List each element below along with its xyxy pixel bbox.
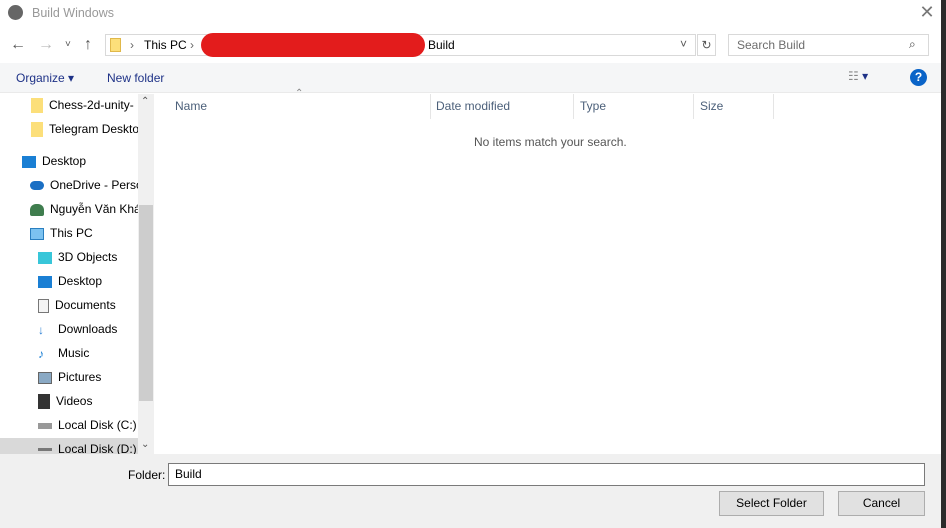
music-icon: ♪ xyxy=(38,346,44,361)
sidebar-item[interactable]: Desktop xyxy=(38,270,102,292)
sidebar-item[interactable]: 3D Objects xyxy=(38,246,117,268)
drive-icon xyxy=(38,448,52,452)
footer: Folder: Build Select Folder Cancel xyxy=(0,454,941,528)
sidebar-item[interactable]: Chess-2d-unity- xyxy=(31,94,134,116)
folder-label: Folder: xyxy=(128,468,166,482)
redaction xyxy=(201,33,425,57)
sidebar-item[interactable]: Documents xyxy=(38,294,116,316)
help-icon[interactable]: ? xyxy=(910,69,927,86)
computer-icon xyxy=(30,227,44,240)
window-title: Build Windows xyxy=(32,6,114,20)
scroll-down-button[interactable]: ⌄ xyxy=(141,439,149,450)
close-button[interactable]: ✕ xyxy=(915,2,939,23)
view-options-icon[interactable]: ☷ ▾ xyxy=(848,69,868,83)
drive-icon xyxy=(38,422,52,429)
breadcrumb-this-pc[interactable]: This PC xyxy=(144,38,187,52)
download-icon: ↓ xyxy=(38,322,44,337)
sidebar-item[interactable]: Telegram Deskto xyxy=(31,118,139,140)
forward-button[interactable]: → xyxy=(38,36,54,54)
refresh-button[interactable]: ↻ xyxy=(697,34,716,56)
sidebar-item[interactable]: Local Disk (D:) xyxy=(0,438,138,454)
column-header-size[interactable]: Size xyxy=(694,94,774,119)
sidebar-item[interactable]: Pictures xyxy=(38,366,101,388)
sidebar-item[interactable]: Videos xyxy=(38,390,92,412)
document-icon xyxy=(38,298,49,313)
column-header-date-modified[interactable]: Date modified xyxy=(430,94,574,119)
breadcrumb-build[interactable]: Build xyxy=(428,38,455,52)
chevron-down-icon[interactable]: ˅ xyxy=(680,37,687,51)
back-button[interactable]: ← xyxy=(10,36,26,54)
sidebar-item[interactable]: This PC xyxy=(30,222,93,244)
scroll-up-button[interactable]: ⌃ xyxy=(141,96,149,107)
dialog-window: Build Windows ✕ ← → ˅ ↑ › This PC › Buil… xyxy=(0,0,941,528)
sidebar-item[interactable]: OneDrive - Perso xyxy=(30,174,143,196)
sidebar-item[interactable]: ↓ Downloads xyxy=(38,318,117,340)
desktop-icon xyxy=(22,155,36,168)
new-folder-button[interactable]: New folder xyxy=(107,71,164,85)
folder-icon xyxy=(31,98,43,114)
desktop-icon xyxy=(38,275,52,288)
toolbar: Organize ▾ New folder ☷ ▾ ? xyxy=(0,63,941,93)
organize-button[interactable]: Organize ▾ xyxy=(16,71,74,85)
unity-icon xyxy=(8,5,23,20)
scrollbar-thumb[interactable] xyxy=(139,205,153,401)
cancel-button[interactable]: Cancel xyxy=(838,491,925,516)
video-icon xyxy=(38,394,50,410)
address-bar[interactable]: › This PC › Build ˅ xyxy=(105,33,696,57)
search-input[interactable]: Search Build ⌕ xyxy=(728,34,929,56)
recent-dropdown[interactable]: ˅ xyxy=(65,39,71,50)
cube-icon xyxy=(38,251,52,264)
navigation-pane: Chess-2d-unity- Telegram Deskto Desktop … xyxy=(0,94,153,454)
search-icon: ⌕ xyxy=(909,37,916,51)
select-folder-button[interactable]: Select Folder xyxy=(719,491,824,516)
folder-icon xyxy=(110,38,121,52)
sidebar-item[interactable]: Nguyễn Văn Khá xyxy=(30,198,141,220)
sidebar-item[interactable]: ♪ Music xyxy=(38,342,89,364)
folder-input[interactable]: Build xyxy=(168,463,925,486)
user-icon xyxy=(30,203,44,216)
sidebar-item[interactable]: Local Disk (C:) xyxy=(38,414,137,436)
sidebar-item[interactable]: Desktop xyxy=(22,150,86,172)
cloud-icon xyxy=(30,181,44,191)
empty-message: No items match your search. xyxy=(474,135,627,149)
picture-icon xyxy=(38,371,52,384)
up-button[interactable]: ↑ xyxy=(84,36,92,54)
column-header-name[interactable]: Name xyxy=(169,94,431,119)
column-header-type[interactable]: Type xyxy=(574,94,694,119)
folder-icon xyxy=(31,122,43,138)
